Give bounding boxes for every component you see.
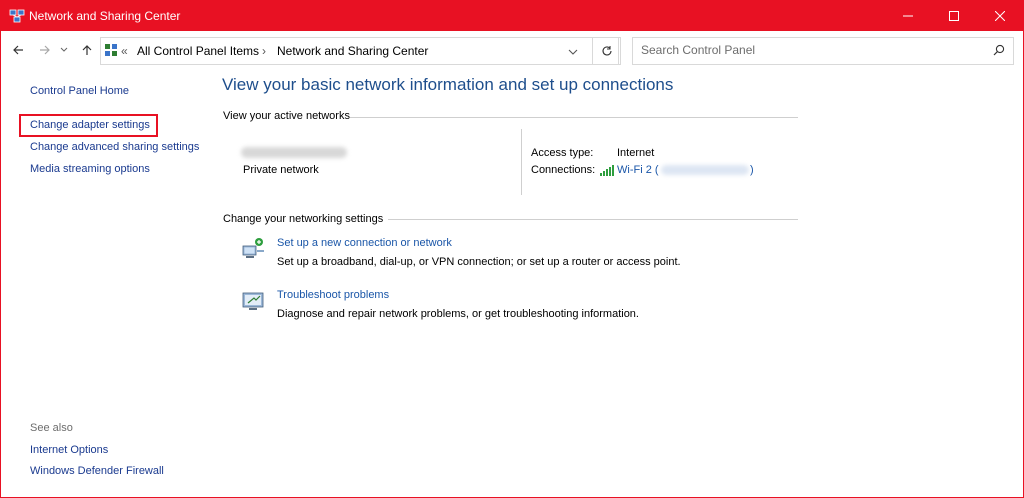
search-box[interactable] xyxy=(632,37,1014,65)
network-center-app-icon xyxy=(9,8,25,24)
control-panel-home-link[interactable]: Control Panel Home xyxy=(30,85,129,97)
network-name-redacted xyxy=(241,147,347,158)
troubleshoot-description: Diagnose and repair network problems, or… xyxy=(277,308,639,320)
windows-defender-firewall-link[interactable]: Windows Defender Firewall xyxy=(30,465,164,477)
change-settings-title: Change your networking settings xyxy=(223,213,384,225)
change-adapter-settings-link[interactable]: Change adapter settings xyxy=(30,119,150,131)
wifi-connection-link[interactable]: Wi-Fi 2 ( xyxy=(617,164,659,176)
new-connection-icon xyxy=(242,237,266,261)
access-type-value: Internet xyxy=(617,147,655,159)
search-input[interactable] xyxy=(641,43,971,57)
breadcrumb-all-items[interactable]: All Control Panel Items xyxy=(137,44,259,58)
up-button[interactable] xyxy=(78,39,96,61)
change-advanced-sharing-link[interactable]: Change advanced sharing settings xyxy=(30,141,199,153)
breadcrumb-current[interactable]: Network and Sharing Center xyxy=(277,44,428,58)
up-arrow-icon xyxy=(82,45,92,55)
chevron-down-icon xyxy=(568,49,578,55)
troubleshoot-icon xyxy=(242,289,266,313)
troubleshoot-link[interactable]: Troubleshoot problems xyxy=(277,289,389,301)
connections-label: Connections: xyxy=(531,164,596,176)
breadcrumb-overflow[interactable]: « xyxy=(121,44,128,58)
forward-button[interactable] xyxy=(36,39,54,61)
close-icon xyxy=(995,11,1005,21)
media-streaming-options-link[interactable]: Media streaming options xyxy=(30,163,150,175)
wifi-connection-link-close[interactable]: ) xyxy=(750,164,754,176)
refresh-icon xyxy=(601,46,612,56)
minimize-icon xyxy=(903,15,913,17)
divider xyxy=(350,117,798,118)
setup-connection-link[interactable]: Set up a new connection or network xyxy=(277,237,452,249)
search-icon[interactable] xyxy=(993,44,1005,59)
back-button[interactable] xyxy=(9,39,27,61)
internet-options-link[interactable]: Internet Options xyxy=(30,444,108,456)
window-title: Network and Sharing Center xyxy=(29,9,181,23)
maximize-icon xyxy=(949,11,959,21)
refresh-button[interactable] xyxy=(592,37,621,65)
connection-ssid-redacted xyxy=(661,165,749,175)
wifi-signal-icon xyxy=(600,165,614,179)
close-button[interactable] xyxy=(977,1,1023,31)
minimize-button[interactable] xyxy=(885,1,931,31)
page-title: View your basic network information and … xyxy=(222,75,674,94)
chevron-down-icon xyxy=(60,47,68,52)
divider xyxy=(388,219,798,220)
setup-connection-description: Set up a broadband, dial-up, or VPN conn… xyxy=(277,256,681,268)
address-dropdown-button[interactable] xyxy=(568,47,578,59)
back-arrow-icon xyxy=(13,45,23,55)
access-type-label: Access type: xyxy=(531,147,594,159)
active-networks-title: View your active networks xyxy=(223,110,350,122)
control-panel-icon xyxy=(104,43,118,57)
address-bar[interactable]: « All Control Panel Items › Network and … xyxy=(100,37,619,65)
breadcrumb-arrow[interactable]: › xyxy=(262,44,266,58)
forward-arrow-icon xyxy=(40,45,50,55)
window: Network and Sharing Center « All Control… xyxy=(0,0,1024,498)
maximize-button[interactable] xyxy=(931,1,977,31)
network-type: Private network xyxy=(243,164,319,176)
see-also-title: See also xyxy=(30,422,73,434)
recent-locations-button[interactable] xyxy=(57,39,71,61)
divider xyxy=(521,129,522,195)
title-bar: Network and Sharing Center xyxy=(1,1,1023,31)
